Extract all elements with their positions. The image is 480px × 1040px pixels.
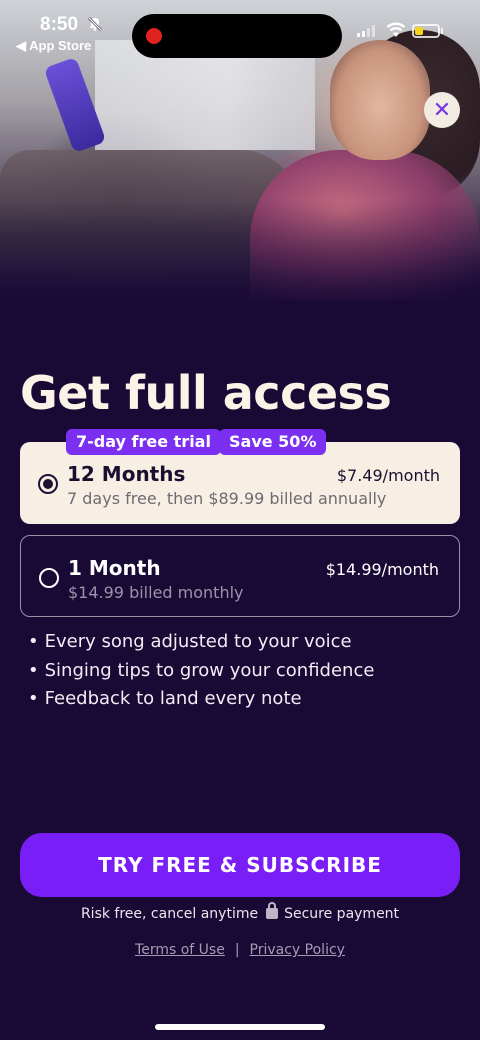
home-indicator[interactable] — [155, 1024, 325, 1030]
plan-name: 12 Months — [67, 462, 186, 486]
radio-unselected-icon[interactable] — [39, 568, 59, 588]
close-button[interactable]: ✕ — [424, 92, 460, 128]
dynamic-island — [132, 14, 342, 58]
legal-links: Terms of Use | Privacy Policy — [0, 942, 480, 958]
hero-fade — [0, 200, 480, 340]
feature-item: Every song adjusted to your voice — [28, 628, 374, 657]
plan-description: $14.99 billed monthly — [68, 583, 244, 602]
status-time: 8:50 — [40, 14, 79, 35]
feature-item: Feedback to land every note — [28, 685, 374, 714]
bell-slash-icon — [87, 16, 103, 36]
plan-price: $14.99/month — [325, 560, 439, 579]
risk-free-text: Risk free, cancel anytime — [80, 906, 259, 922]
page-title: Get full access — [20, 366, 392, 420]
assurance-line: Risk free, cancel anytime Secure payment — [0, 902, 480, 922]
person-head — [330, 40, 430, 160]
try-free-subscribe-button[interactable]: TRY FREE & SUBSCRIBE — [20, 833, 460, 897]
battery-icon — [412, 24, 440, 38]
radio-selected-icon[interactable] — [38, 474, 58, 494]
feature-list: Every song adjusted to your voice Singin… — [28, 628, 375, 714]
plan-name: 1 Month — [68, 556, 161, 580]
privacy-policy-link[interactable]: Privacy Policy — [250, 942, 345, 958]
wifi-icon — [386, 22, 406, 38]
recording-indicator-icon — [146, 28, 162, 44]
lock-icon — [266, 902, 279, 919]
battery-tip — [441, 28, 443, 34]
battery-level — [415, 27, 423, 35]
cellular-signal-icon — [357, 25, 375, 37]
free-trial-badge: 7-day free trial — [66, 429, 221, 455]
plan-description: 7 days free, then $89.99 billed annually — [67, 489, 387, 508]
feature-item: Singing tips to grow your confidence — [28, 657, 375, 686]
legal-separator: | — [234, 942, 240, 958]
plan-option-1-month[interactable]: 1 Month $14.99/month $14.99 billed month… — [20, 535, 460, 617]
save-badge: Save 50% — [219, 429, 327, 455]
terms-of-use-link[interactable]: Terms of Use — [135, 942, 225, 958]
plan-price: $7.49/month — [336, 466, 440, 485]
back-to-app-store[interactable]: ◀ App Store — [16, 38, 91, 54]
secure-payment-text: Secure payment — [284, 906, 400, 922]
